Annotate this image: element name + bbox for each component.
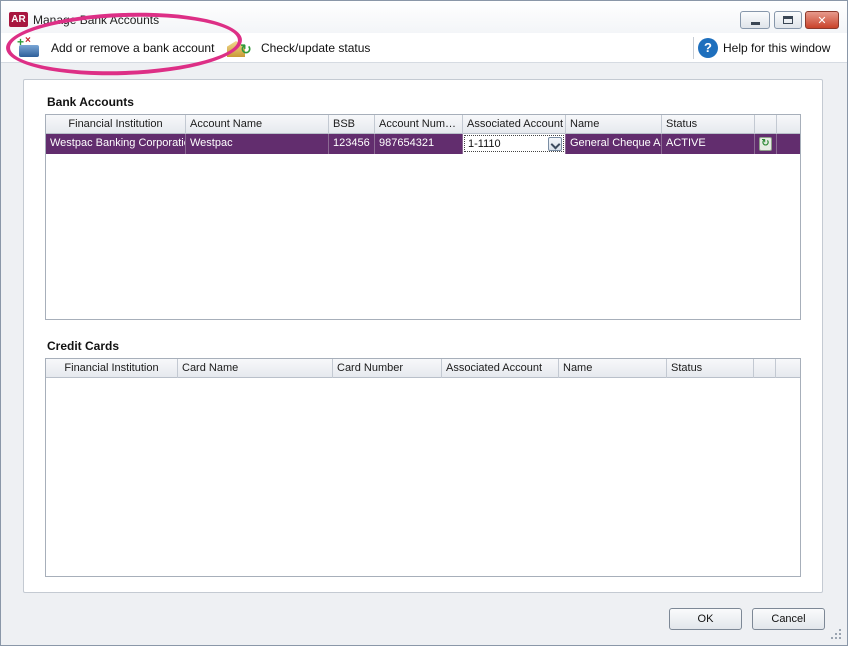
title-bar: AR Manage Bank Accounts ✕ <box>1 1 847 33</box>
cell-status[interactable]: ACTIVE <box>662 134 755 154</box>
help-label: Help for this window <box>723 41 831 55</box>
main-panel: Bank Accounts Financial Institution Acco… <box>23 79 823 593</box>
cell-account-name[interactable]: Westpac <box>186 134 329 154</box>
bank-card-add-remove-icon: + × <box>17 35 41 58</box>
column-header-spacer <box>776 359 800 378</box>
cell-status-action[interactable]: ↻ <box>755 134 777 154</box>
resize-grip-icon[interactable] <box>827 625 843 641</box>
close-button[interactable]: ✕ <box>805 11 839 29</box>
column-header-associated-account[interactable]: Associated Account <box>442 359 559 378</box>
window-title: Manage Bank Accounts <box>33 13 160 27</box>
help-icon: ? <box>698 38 718 58</box>
cancel-button[interactable]: Cancel <box>752 608 825 630</box>
credit-cards-title: Credit Cards <box>47 339 120 353</box>
column-header-financial-institution[interactable]: Financial Institution <box>46 359 178 378</box>
cell-spacer <box>777 134 800 154</box>
ok-button[interactable]: OK <box>669 608 742 630</box>
add-remove-bank-account-button[interactable]: + × Add or remove a bank account <box>17 35 215 60</box>
credit-cards-header: Financial Institution Card Name Card Num… <box>46 359 800 378</box>
check-update-status-button[interactable]: ↻ Check/update status <box>225 36 370 60</box>
cell-account-number[interactable]: 987654321 <box>375 134 463 154</box>
manage-bank-accounts-window: AR Manage Bank Accounts ✕ + × Add or remo… <box>0 0 848 646</box>
associated-account-value: 1-1110 <box>468 138 501 150</box>
column-header-bsb[interactable]: BSB <box>329 115 375 134</box>
associated-account-combo[interactable]: 1-1110 <box>464 135 564 152</box>
bank-accounts-header: Financial Institution Account Name BSB A… <box>46 115 800 134</box>
bank-refresh-icon: ↻ <box>225 37 253 59</box>
column-header-card-number[interactable]: Card Number <box>333 359 442 378</box>
cell-name[interactable]: General Cheque Ac <box>566 134 662 154</box>
column-header-status[interactable]: Status <box>667 359 754 378</box>
cell-financial-institution[interactable]: Westpac Banking Corporatio <box>46 134 186 154</box>
maximize-button[interactable] <box>774 11 802 29</box>
column-header-icon <box>754 359 776 378</box>
cell-associated-account[interactable]: 1-1110 <box>463 134 566 154</box>
minimize-button[interactable] <box>740 11 770 29</box>
toolbar: + × Add or remove a bank account ↻ Check/… <box>1 33 847 63</box>
column-header-spacer <box>777 115 800 134</box>
table-row[interactable]: Westpac Banking Corporatio Westpac 12345… <box>46 134 800 154</box>
refresh-icon[interactable]: ↻ <box>759 137 772 151</box>
credit-cards-grid: Financial Institution Card Name Card Num… <box>45 358 801 577</box>
chevron-down-icon[interactable] <box>548 137 562 151</box>
help-button[interactable]: ? Help for this window <box>698 36 830 60</box>
maximize-icon <box>775 12 801 28</box>
add-remove-bank-account-label: Add or remove a bank account <box>51 41 215 55</box>
column-header-financial-institution[interactable]: Financial Institution <box>46 115 186 134</box>
app-logo-icon: AR <box>9 12 28 27</box>
column-header-card-name[interactable]: Card Name <box>178 359 333 378</box>
column-header-icon <box>755 115 777 134</box>
toolbar-separator <box>693 37 694 59</box>
column-header-account-name[interactable]: Account Name <box>186 115 329 134</box>
minimize-icon <box>741 12 769 28</box>
bank-accounts-title: Bank Accounts <box>47 95 134 109</box>
column-header-associated-account[interactable]: Associated Account <box>463 115 566 134</box>
column-header-name[interactable]: Name <box>566 115 662 134</box>
close-icon: ✕ <box>817 14 827 27</box>
check-update-status-label: Check/update status <box>261 41 371 55</box>
column-header-account-number[interactable]: Account Num… <box>375 115 463 134</box>
column-header-status[interactable]: Status <box>662 115 755 134</box>
column-header-name[interactable]: Name <box>559 359 667 378</box>
bank-accounts-grid: Financial Institution Account Name BSB A… <box>45 114 801 320</box>
cell-bsb[interactable]: 123456 <box>329 134 375 154</box>
